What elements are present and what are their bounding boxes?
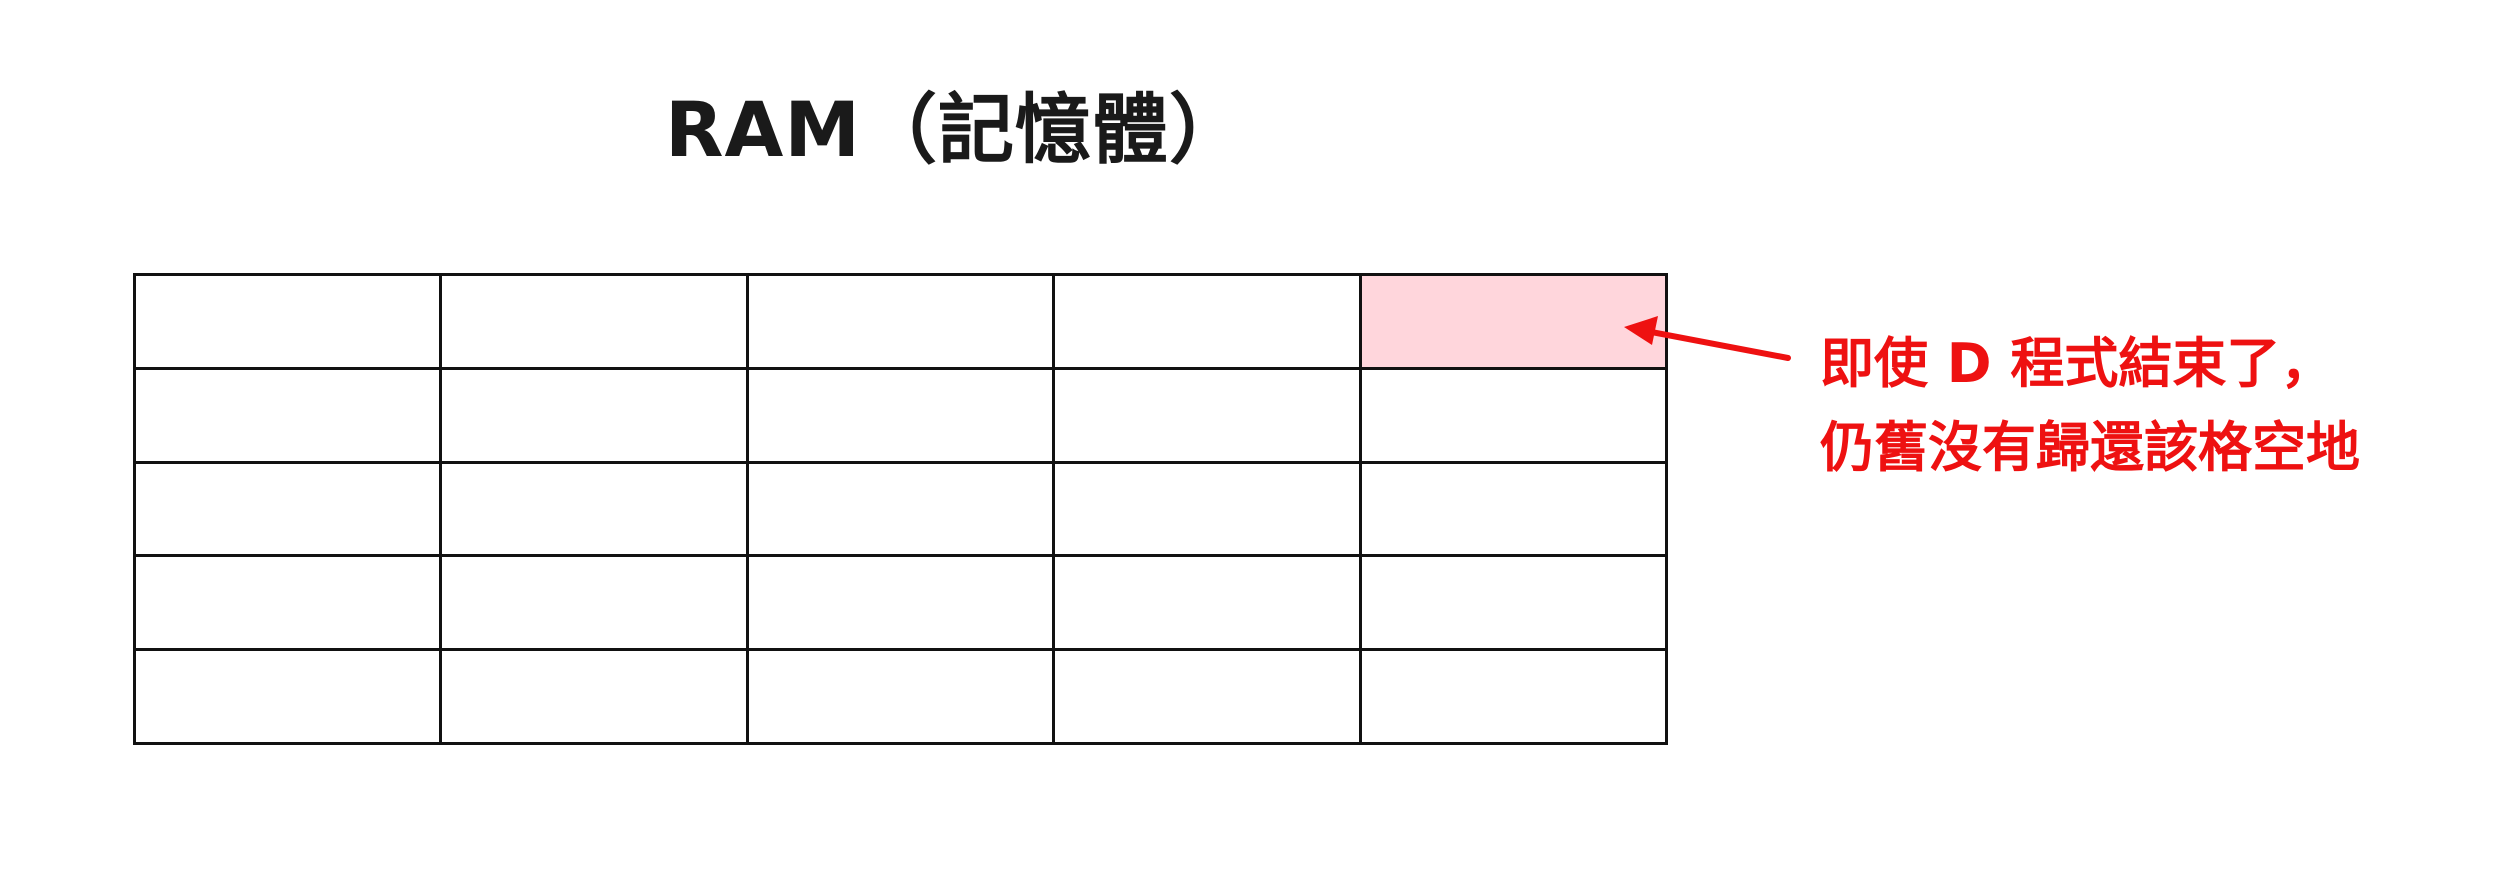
- memory-cell-r2-c5: [1361, 369, 1668, 464]
- memory-cell-r4-c3: [748, 557, 1056, 652]
- annotation-line-1: 即使 D 程式結束了，: [1820, 332, 2335, 395]
- memory-cell-r1-c2: [442, 276, 749, 370]
- memory-cell-r2-c3: [748, 369, 1056, 464]
- memory-cell-r3-c1: [136, 463, 443, 558]
- annotation-arrow: [1624, 316, 1791, 361]
- memory-cell-r1-c3: [748, 276, 1056, 370]
- memory-cell-r5-c5: [1361, 651, 1668, 745]
- memory-cell-r4-c1: [136, 557, 443, 652]
- diagram-title: RAM（記憶體）: [665, 85, 1246, 174]
- memory-cell-r1-c4: [1055, 276, 1362, 370]
- memory-cell-r1-c1: [136, 276, 443, 370]
- memory-cell-r5-c4: [1055, 651, 1362, 745]
- memory-cell-r4-c5: [1361, 557, 1668, 652]
- memory-cell-r5-c1: [136, 651, 443, 745]
- memory-cell-r3-c3: [748, 463, 1056, 558]
- memory-cell-r2-c1: [136, 369, 443, 464]
- memory-cell-r3-c4: [1055, 463, 1362, 558]
- memory-cell-r2-c4: [1055, 369, 1362, 464]
- ram-grid: [133, 273, 1668, 745]
- annotation-text: 即使 D 程式結束了， 仍舊沒有歸還該格空地: [1820, 322, 2360, 490]
- memory-cell-r3-c2: [442, 463, 749, 558]
- memory-cell-r5-c3: [748, 651, 1056, 745]
- memory-cell-r4-c4: [1055, 557, 1362, 652]
- memory-cell-r3-c5: [1361, 463, 1668, 558]
- memory-cell-r5-c2: [442, 651, 749, 745]
- memory-cell-r2-c2: [442, 369, 749, 464]
- annotation-line-2: 仍舊沒有歸還該格空地: [1820, 416, 2360, 479]
- memory-cell-r4-c2: [442, 557, 749, 652]
